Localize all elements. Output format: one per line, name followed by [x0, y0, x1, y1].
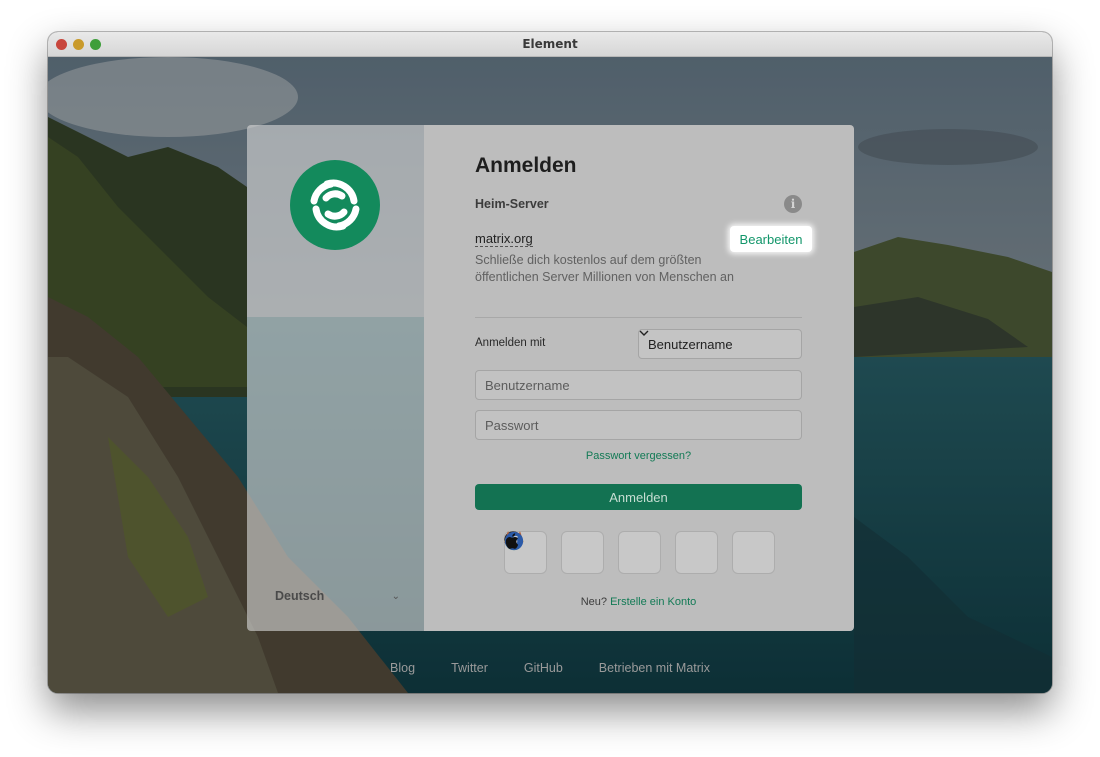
footer-link-blog[interactable]: Blog	[390, 661, 415, 675]
footer-link-github[interactable]: GitHub	[524, 661, 563, 675]
footer-link-powered-by-matrix[interactable]: Betrieben mit Matrix	[599, 661, 710, 675]
footer-links: Blog Twitter GitHub Betrieben mit Matrix	[48, 661, 1052, 675]
title-bar: Element	[48, 32, 1052, 57]
login-method-value: Benutzername	[648, 336, 733, 352]
language-label: Deutsch	[275, 589, 325, 603]
window-controls	[56, 39, 101, 50]
login-method-select[interactable]: Benutzername	[638, 329, 802, 359]
element-logo	[290, 160, 380, 250]
homeserver-name: matrix.org	[475, 231, 533, 247]
brand-panel: Deutsch ⌄	[247, 125, 424, 631]
create-account-row: Neu? Erstelle ein Konto	[475, 596, 802, 608]
homeserver-description: Schließe dich kostenlos auf dem größten …	[475, 253, 734, 284]
apple-login-button[interactable]	[505, 531, 775, 574]
chevron-down-icon	[639, 330, 649, 336]
close-window-button[interactable]	[56, 39, 67, 50]
background-landscape: Deutsch ⌄ Anmelden Heim-Server i matrix.…	[48, 57, 1052, 693]
facebook-login-button[interactable]	[504, 531, 718, 574]
chevron-down-icon: ⌄	[391, 590, 400, 602]
create-account-link[interactable]: Erstelle ein Konto	[610, 596, 696, 608]
minimize-window-button[interactable]	[73, 39, 84, 50]
gitlab-login-button[interactable]	[504, 531, 661, 574]
maximize-window-button[interactable]	[90, 39, 101, 50]
page-title: Anmelden	[475, 154, 577, 177]
divider	[475, 317, 802, 318]
info-icon[interactable]: i	[784, 195, 802, 213]
login-dialog: Deutsch ⌄ Anmelden Heim-Server i matrix.…	[247, 125, 854, 631]
edit-homeserver-button[interactable]: Bearbeiten	[730, 226, 812, 252]
username-input[interactable]	[475, 370, 802, 400]
homeserver-label: Heim-Server	[475, 197, 549, 211]
footer-link-twitter[interactable]: Twitter	[451, 661, 488, 675]
sign-in-button[interactable]: Anmelden	[475, 484, 802, 510]
apple-icon	[505, 533, 519, 549]
login-with-label: Anmelden mit	[475, 337, 546, 349]
new-prefix: Neu?	[580, 596, 607, 608]
sso-buttons	[504, 531, 775, 574]
language-selector[interactable]: Deutsch ⌄	[275, 587, 400, 605]
window-title: Element	[522, 37, 578, 51]
password-input[interactable]	[475, 410, 802, 440]
google-login-button[interactable]	[504, 531, 604, 574]
app-window: Element Deutsch ⌄ Anmelden Heim-Server i…	[48, 32, 1052, 693]
login-form-panel: Anmelden Heim-Server i matrix.org Bearbe…	[424, 125, 854, 631]
element-logo-icon	[310, 179, 360, 231]
forgot-password-link[interactable]: Passwort vergessen?	[475, 450, 802, 462]
